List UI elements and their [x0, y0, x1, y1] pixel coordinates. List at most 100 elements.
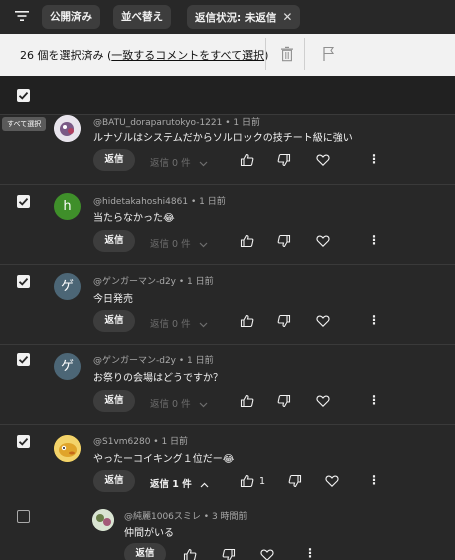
- thumbs-up-icon[interactable]: [240, 474, 254, 488]
- heart-icon[interactable]: [316, 394, 330, 408]
- heart-icon[interactable]: [316, 314, 330, 328]
- comment-author-name[interactable]: @S1vm6280: [93, 437, 150, 447]
- thumbs-down-icon[interactable]: [222, 548, 236, 560]
- avatar[interactable]: [54, 115, 81, 142]
- more-actions-icon[interactable]: ⋮: [304, 546, 316, 560]
- sort-filter-label: 並べ替え: [121, 11, 163, 23]
- comment-time: 1 日前: [233, 118, 260, 128]
- reply-text: 仲間がいる: [124, 528, 174, 539]
- reply-button[interactable]: 返信: [93, 149, 135, 171]
- reply-count-label: 返信 1 件: [150, 479, 192, 490]
- comment-author-name[interactable]: @hidetakahoshi4861: [93, 197, 188, 207]
- divider: [304, 38, 305, 70]
- comment-time: 1 日前: [161, 437, 189, 447]
- published-filter-label: 公開済み: [50, 11, 92, 23]
- filter-bar: 公開済み 並べ替え 返信状況: 未返信 ✕: [0, 0, 455, 34]
- comment-text: お祭りの会場はどうですか？: [93, 373, 223, 384]
- thumbs-down-icon[interactable]: [277, 314, 291, 328]
- reply-count-label: 返信 0 件: [150, 239, 191, 250]
- select-all-tooltip: すべて選択: [2, 117, 47, 131]
- reply-time: 3 時間前: [211, 512, 248, 522]
- reply-checkbox[interactable]: [17, 510, 30, 523]
- thumbs-up-icon[interactable]: [183, 548, 197, 560]
- comment-author[interactable]: @S1vm6280 • 1 日前: [93, 434, 188, 447]
- comment-author[interactable]: @BATU_doraparutokyo-1221 • 1 日前: [93, 115, 260, 128]
- close-icon[interactable]: ✕: [282, 10, 292, 24]
- reply-status-filter-chip[interactable]: 返信状況: 未返信 ✕: [187, 5, 301, 29]
- comment-row: @BATU_doraparutokyo-1221 • 1 日前 ルナゾルはシステ…: [0, 114, 455, 184]
- thumbs-down-icon[interactable]: [288, 474, 302, 488]
- selection-bar: 26 個を選択済み (一致するコメントをすべて選択): [0, 34, 455, 76]
- trash-icon[interactable]: [280, 46, 294, 62]
- heart-icon[interactable]: [325, 474, 339, 488]
- comment-checkbox[interactable]: [17, 275, 30, 288]
- comment-author[interactable]: @ゲンガーマン-d2y • 1 日前: [93, 353, 214, 366]
- heart-icon[interactable]: [260, 548, 274, 560]
- reply-status-filter-label: 返信状況: 未返信: [195, 12, 277, 24]
- reply-count-toggle[interactable]: 返信 0 件: [150, 396, 208, 410]
- thumbs-up-icon[interactable]: [240, 394, 254, 408]
- comment-checkbox[interactable]: [17, 195, 30, 208]
- divider: [265, 38, 266, 70]
- comment-row: @S1vm6280 • 1 日前 やったーコイキング１位だー😂 返信 返信 1 …: [0, 424, 455, 560]
- thumbs-up-icon[interactable]: [240, 153, 254, 167]
- sort-filter-chip[interactable]: 並べ替え: [113, 5, 171, 29]
- comment-row: h @hidetakahoshi4861 • 1 日前 当たらなかった😂 返信 …: [0, 184, 455, 264]
- reply-author-name[interactable]: @純麗1006スミレ: [124, 512, 201, 522]
- more-actions-icon[interactable]: ⋮: [368, 233, 380, 247]
- reply-button[interactable]: 返信: [93, 470, 135, 492]
- comment-author-name[interactable]: @BATU_doraparutokyo-1221: [93, 118, 222, 128]
- reply-button[interactable]: 返信: [93, 230, 135, 252]
- comment-author[interactable]: @ゲンガーマン-d2y • 1 日前: [93, 274, 214, 287]
- reply-button[interactable]: 返信: [93, 390, 135, 412]
- reply-button[interactable]: 返信: [124, 543, 166, 560]
- more-actions-icon[interactable]: ⋮: [368, 473, 380, 487]
- reply-button[interactable]: 返信: [93, 310, 135, 332]
- comment-author-name[interactable]: @ゲンガーマン-d2y: [93, 277, 176, 287]
- reply-author[interactable]: @純麗1006スミレ • 3 時間前: [124, 509, 248, 522]
- comment-row: ゲ @ゲンガーマン-d2y • 1 日前 今日発売 返信 返信 0 件 ⋮: [0, 264, 455, 344]
- chevron-down-icon: [199, 402, 208, 407]
- comment-time: 1 日前: [199, 197, 226, 207]
- reply-count-label: 返信 0 件: [150, 319, 191, 330]
- chevron-up-icon: [200, 482, 209, 487]
- avatar[interactable]: h: [54, 193, 81, 220]
- reply-count-toggle[interactable]: 返信 0 件: [150, 155, 208, 169]
- select-all-matching-link[interactable]: 一致するコメントをすべて選択: [111, 49, 264, 62]
- heart-icon[interactable]: [316, 234, 330, 248]
- comment-text: ルナゾルはシステムだからソルロックの技チート級に強い: [93, 133, 353, 144]
- comment-time: 1 日前: [187, 356, 214, 366]
- reply-avatar[interactable]: [92, 509, 114, 531]
- avatar[interactable]: ゲ: [54, 273, 81, 300]
- selection-count-text: 26 個を選択済み (: [20, 49, 112, 62]
- thumbs-down-icon[interactable]: [277, 153, 291, 167]
- published-filter-chip[interactable]: 公開済み: [42, 5, 100, 29]
- thumbs-up-icon[interactable]: [240, 314, 254, 328]
- reply-count-toggle[interactable]: 返信 1 件: [150, 476, 209, 490]
- reply-count-toggle[interactable]: 返信 0 件: [150, 236, 208, 250]
- avatar[interactable]: ゲ: [54, 353, 81, 380]
- avatar[interactable]: [54, 435, 81, 462]
- filter-icon[interactable]: [14, 8, 30, 24]
- more-actions-icon[interactable]: ⋮: [368, 313, 380, 327]
- comment-checkbox[interactable]: [17, 353, 30, 366]
- like-count: 1: [259, 476, 266, 487]
- flag-icon[interactable]: [322, 46, 336, 62]
- comment-row: ゲ @ゲンガーマン-d2y • 1 日前 お祭りの会場はどうですか？ 返信 返信…: [0, 344, 455, 424]
- chevron-down-icon: [199, 322, 208, 327]
- thumbs-down-icon[interactable]: [277, 394, 291, 408]
- selection-count: 26 個を選択済み (一致するコメントをすべて選択): [20, 47, 268, 63]
- more-actions-icon[interactable]: ⋮: [368, 152, 380, 166]
- reply-count-toggle[interactable]: 返信 0 件: [150, 316, 208, 330]
- thumbs-up-icon[interactable]: [240, 234, 254, 248]
- select-all-checkbox[interactable]: [17, 89, 30, 102]
- chevron-down-icon: [199, 161, 208, 166]
- more-actions-icon[interactable]: ⋮: [368, 393, 380, 407]
- heart-icon[interactable]: [316, 153, 330, 167]
- comment-checkbox[interactable]: [17, 435, 30, 448]
- comment-list-header: [0, 76, 455, 114]
- reply-count-label: 返信 0 件: [150, 158, 191, 169]
- comment-author[interactable]: @hidetakahoshi4861 • 1 日前: [93, 194, 226, 207]
- comment-author-name[interactable]: @ゲンガーマン-d2y: [93, 356, 176, 366]
- thumbs-down-icon[interactable]: [277, 234, 291, 248]
